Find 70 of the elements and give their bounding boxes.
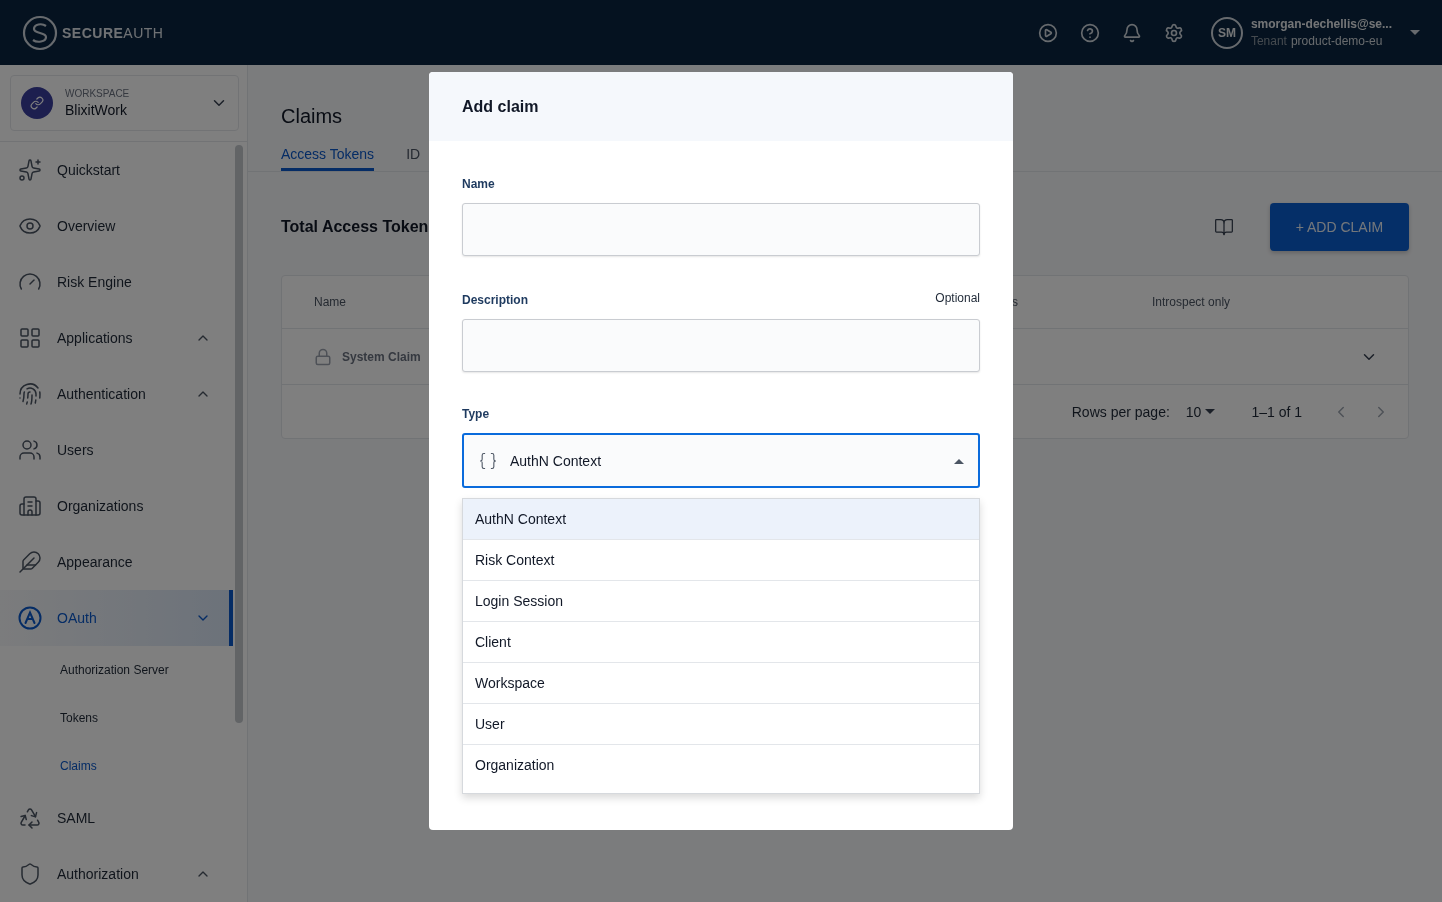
tenant-label: Tenant: [1250, 34, 1287, 48]
sidebar-item[interactable]: Organizations: [0, 478, 233, 534]
help-icon[interactable]: [1079, 22, 1100, 43]
type-select[interactable]: AuthN Context: [462, 433, 980, 488]
link-icon: [21, 87, 53, 119]
braces-icon: [478, 450, 498, 471]
logo-text: SECUREAUTH: [62, 24, 164, 41]
building-icon: [18, 494, 42, 518]
text-field[interactable]: [462, 203, 980, 256]
workspace-name: BlixitWork: [65, 102, 128, 118]
optional-hint: Optional: [935, 291, 980, 305]
caret-icon: [954, 457, 964, 464]
recycle-icon: [18, 806, 42, 830]
workspace-label: WORKSPACE: [65, 88, 131, 99]
sidebar-item[interactable]: Appearance: [0, 534, 233, 590]
dropdown-option[interactable]: Client: [463, 622, 979, 663]
page-range: 1–1 of 1: [1251, 403, 1302, 420]
column-header: Name: [314, 295, 346, 309]
sidebar-subitem[interactable]: Claims: [0, 742, 233, 790]
table-cell: System Claim: [342, 349, 421, 364]
rows-per-page-label: Rows per page:: [1071, 403, 1170, 420]
sparkle-icon: [18, 158, 42, 182]
dropdown-option[interactable]: Organization: [463, 745, 979, 793]
workspace-selector[interactable]: WORKSPACE BlixitWork: [10, 75, 239, 131]
sidebar-item[interactable]: Quickstart: [0, 142, 233, 198]
column-header: s: [1012, 295, 1018, 309]
dropdown-option[interactable]: User: [463, 704, 979, 745]
dropdown-option[interactable]: Risk Context: [463, 540, 979, 581]
circle-letter-icon: [18, 606, 42, 630]
field-label: Name: [462, 177, 495, 191]
tenant-name: product-demo-eu: [1290, 34, 1383, 48]
sidebar-item[interactable]: Overview: [0, 198, 233, 254]
sidebar-item[interactable]: SAML: [0, 790, 233, 846]
sidebar-item[interactable]: Authorization: [0, 846, 233, 902]
text-field[interactable]: [462, 319, 980, 372]
logo-icon: [22, 14, 58, 51]
book-icon[interactable]: [1214, 217, 1234, 237]
tab[interactable]: ID: [406, 146, 421, 171]
users-icon: [18, 438, 42, 462]
sidebar-item[interactable]: Applications: [0, 310, 233, 366]
tab[interactable]: Access Tokens: [281, 146, 375, 171]
section-title: Total Access Token: [281, 218, 430, 236]
sidebar-subitem[interactable]: Authorization Server: [0, 646, 233, 694]
sidebar-item[interactable]: Authentication: [0, 366, 233, 422]
caret-icon: [1205, 408, 1216, 415]
column-header: Introspect only: [1152, 295, 1231, 309]
sidebar-item[interactable]: Risk Engine: [0, 254, 233, 310]
grid-icon: [18, 326, 42, 350]
sidebar-item[interactable]: Users: [0, 422, 233, 478]
dropdown-option[interactable]: Workspace: [463, 663, 979, 704]
user-avatar[interactable]: SM: [1210, 16, 1243, 49]
sidebar-item[interactable]: OAuth: [0, 590, 233, 646]
settings-icon[interactable]: [1163, 22, 1184, 43]
add-claim-button[interactable]: + ADD CLAIM: [1270, 203, 1409, 251]
dialog-title: Add claim: [429, 72, 1013, 141]
user-email: smorgan-dechellis@se...: [1250, 17, 1392, 31]
scrollbar[interactable]: [235, 145, 243, 723]
dropdown-option[interactable]: Login Session: [463, 581, 979, 622]
field-label: Type: [462, 407, 490, 421]
fingerprint-icon: [18, 382, 42, 406]
shield-icon: [18, 862, 42, 886]
lock-icon: [314, 347, 332, 366]
feather-icon: [18, 550, 42, 574]
play-icon[interactable]: [1037, 22, 1058, 43]
dropdown-option[interactable]: AuthN Context: [463, 499, 979, 540]
page-title: Claims: [281, 104, 343, 128]
rows-per-page-select[interactable]: 10: [1185, 403, 1216, 420]
bell-icon[interactable]: [1121, 22, 1142, 43]
field-label: Description: [462, 293, 528, 307]
sidebar-subitem[interactable]: Tokens: [0, 694, 233, 742]
